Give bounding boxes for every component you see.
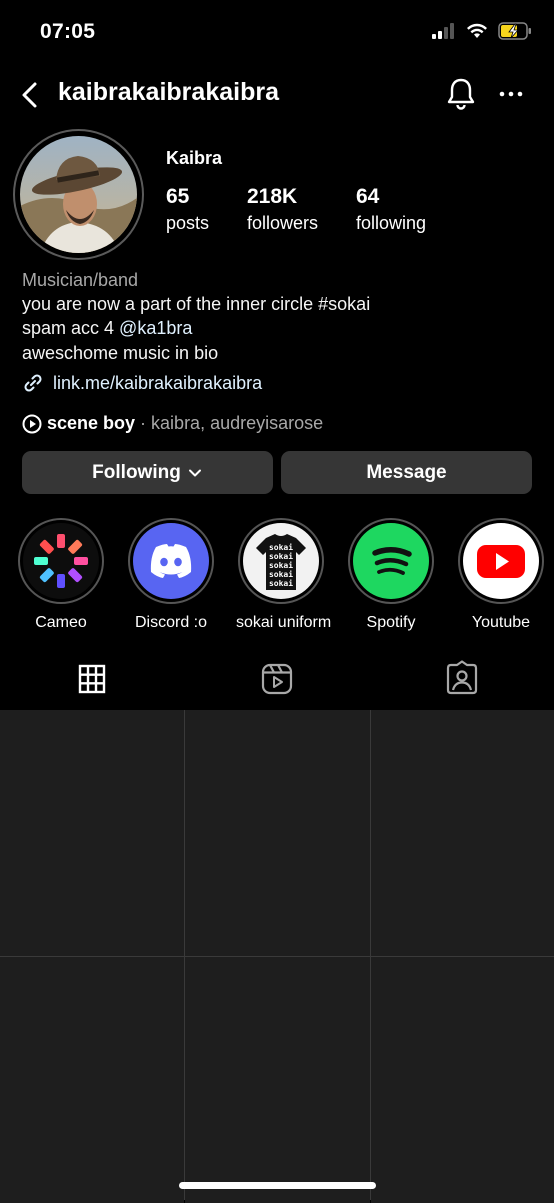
- home-indicator[interactable]: [179, 1182, 376, 1189]
- grid-icon[interactable]: [73, 660, 111, 698]
- stat-following-label: following: [356, 213, 427, 233]
- reels-icon[interactable]: [258, 660, 296, 698]
- shirt-text-4: sokai: [269, 569, 293, 579]
- status-time: 07:05: [40, 20, 96, 43]
- message-button[interactable]: Message: [281, 451, 532, 494]
- highlight-label: Spotify: [366, 614, 416, 631]
- tagged-icon[interactable]: [443, 660, 481, 698]
- back-icon[interactable]: [14, 78, 48, 112]
- notification-bell-icon[interactable]: [444, 76, 478, 112]
- highlight-label: sokai uniform: [236, 614, 332, 631]
- bio-mention-link[interactable]: @ka1bra: [119, 318, 192, 338]
- link-icon: [24, 374, 42, 392]
- stat-following[interactable]: 64 following: [356, 185, 426, 234]
- stat-posts-value: 65: [166, 185, 190, 208]
- highlight-cameo[interactable]: Cameo: [16, 518, 106, 632]
- following-button-label: Following: [92, 461, 181, 483]
- profile-link-text: link.me/kaibrakaibrakaibra: [53, 372, 263, 393]
- avatar: [20, 136, 137, 253]
- message-button-label: Message: [366, 461, 447, 483]
- stat-followers-value: 218K: [247, 185, 298, 208]
- more-options-icon[interactable]: [496, 80, 526, 108]
- highlight-spotify[interactable]: Spotify: [346, 518, 436, 632]
- profile-username: kaibrakaibrakaibra: [58, 78, 279, 106]
- youtube-icon: [477, 545, 525, 578]
- profile-category: Musician/band: [22, 270, 139, 290]
- grid-post-placeholder[interactable]: [371, 957, 554, 1203]
- posts-grid: [0, 710, 554, 1203]
- highlight-label: Discord :o: [134, 614, 208, 631]
- chevron-down-icon: [188, 469, 201, 476]
- grid-post-placeholder[interactable]: [185, 957, 370, 1203]
- following-button[interactable]: Following: [22, 451, 273, 494]
- music-song-title: scene boy: [47, 413, 136, 433]
- highlight-label: Cameo: [35, 614, 87, 631]
- highlight-discord[interactable]: Discord :o: [126, 518, 216, 632]
- grid-post-placeholder[interactable]: [371, 710, 554, 956]
- bio-line-2: spam acc 4 @ka1bra: [22, 318, 192, 339]
- cameo-icon: [34, 534, 88, 588]
- grid-post-placeholder[interactable]: [185, 710, 370, 956]
- bio-line-1: you are now a part of the inner circle #…: [22, 294, 371, 314]
- shirt-text-1: sokai: [269, 542, 293, 552]
- music-artists: · kaibra, audreyisarose: [140, 413, 324, 433]
- profile-avatar-ring[interactable]: [13, 129, 144, 260]
- wifi-icon: [467, 23, 487, 38]
- profile-music[interactable]: scene boy · kaibra, audreyisarose: [22, 413, 323, 434]
- stat-followers-label: followers: [247, 213, 319, 233]
- discord-icon: [150, 544, 192, 578]
- profile-link[interactable]: link.me/kaibrakaibrakaibra: [22, 372, 262, 394]
- grid-post-placeholder[interactable]: [0, 710, 184, 956]
- play-circle-icon: [22, 414, 42, 433]
- stat-posts-label: posts: [166, 213, 210, 233]
- grid-post-placeholder[interactable]: [0, 957, 184, 1203]
- profile-display-name: Kaibra: [166, 148, 223, 168]
- highlight-label: Youtube: [471, 614, 531, 631]
- bio-line-2-text: spam acc 4: [22, 318, 120, 338]
- sokai-shirt-icon: sokai sokai sokai sokai sokai: [256, 534, 306, 590]
- status-icons: [432, 22, 532, 40]
- bio-line-3: aweschome music in bio: [22, 343, 219, 363]
- highlight-youtube[interactable]: Youtube: [456, 518, 546, 632]
- stat-following-value: 64: [356, 185, 380, 208]
- cellular-signal-icon: [432, 23, 454, 39]
- shirt-text-2: sokai: [269, 551, 293, 561]
- spotify-icon: [372, 547, 412, 575]
- shirt-text-5: sokai: [269, 578, 293, 588]
- highlight-sokai-uniform[interactable]: sokai sokai sokai sokai sokai sokai unif…: [236, 518, 332, 632]
- battery-charging-icon: [498, 22, 531, 40]
- shirt-text-3: sokai: [269, 560, 293, 570]
- stat-posts[interactable]: 65 posts: [166, 185, 209, 234]
- stat-followers[interactable]: 218K followers: [247, 185, 318, 234]
